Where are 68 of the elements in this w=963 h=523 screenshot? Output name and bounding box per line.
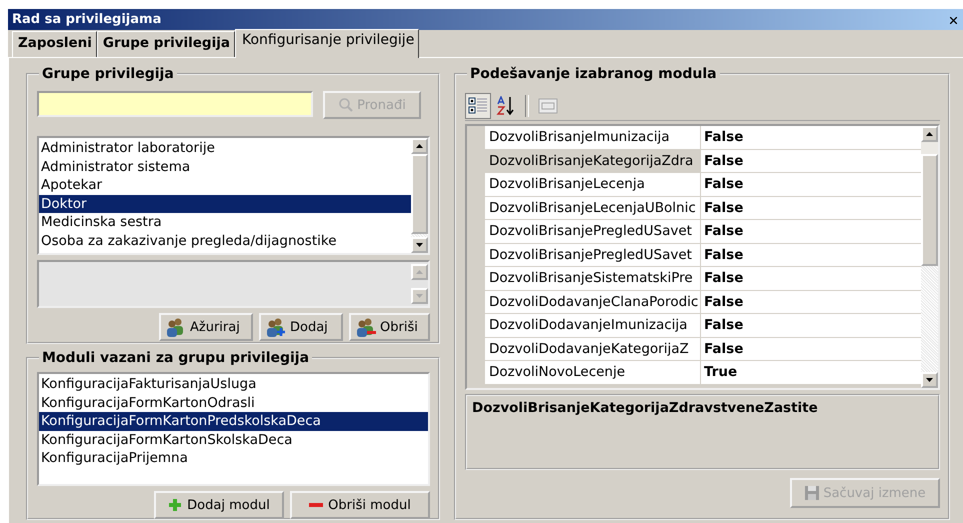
list-item[interactable]: KonfiguracijaFakturisanjaUsluga <box>39 375 428 394</box>
text-area[interactable] <box>37 260 430 308</box>
list-item[interactable]: Administrator sistema <box>39 158 411 176</box>
property-value[interactable]: True <box>701 361 921 384</box>
users-plus-icon <box>265 317 287 337</box>
list-item[interactable]: KonfiguracijaPrijemna <box>39 449 428 468</box>
property-value[interactable]: False <box>701 267 921 290</box>
action-button[interactable]: Obriši modul <box>290 491 430 519</box>
scrollbar[interactable] <box>921 126 938 388</box>
action-button[interactable]: Obriši <box>349 313 430 341</box>
scroll-up-button[interactable] <box>411 138 428 154</box>
plus-icon <box>168 498 182 512</box>
list-item[interactable]: KonfiguracijaFormKartonOdrasli <box>39 394 428 412</box>
property-name[interactable]: DozvoliBrisanjePregledUSavet <box>485 244 701 266</box>
list-item[interactable]: Medicinska sestra <box>39 213 411 232</box>
tab[interactable]: Konfigurisanje privilegije <box>234 29 420 58</box>
up-triangle-icon <box>926 132 933 136</box>
close-icon[interactable] <box>950 17 957 24</box>
group-title: Grupe privilegija <box>41 66 175 82</box>
search-field[interactable] <box>37 91 313 117</box>
scroll-down-button[interactable] <box>921 372 938 388</box>
scroll-down-button[interactable] <box>411 237 428 253</box>
property-value[interactable]: False <box>701 314 921 336</box>
users-minus-icon <box>355 317 377 337</box>
minus-icon <box>309 503 324 507</box>
property-name[interactable]: DozvoliDodavanjeImunizacija <box>485 314 701 336</box>
property-name[interactable]: DozvoliBrisanjeLecenjaUBolnic <box>485 196 701 219</box>
categorized-button[interactable] <box>465 93 491 119</box>
property-value[interactable]: False <box>701 150 921 172</box>
property-name[interactable]: DozvoliNovoLecenje <box>485 361 701 384</box>
list-item[interactable]: KonfiguracijaFormKartonSkolskaDeca <box>39 430 428 449</box>
property-value[interactable]: False <box>701 244 921 266</box>
up-triangle-icon <box>416 270 423 274</box>
action-button[interactable]: Dodaj <box>259 313 343 341</box>
search-icon <box>338 97 354 113</box>
property-name[interactable]: DozvoliBrisanjePregledUSavet <box>485 220 701 242</box>
property-value[interactable]: False <box>701 220 921 242</box>
list-item[interactable]: Osoba za zakazivanje pregleda/dijagnostike <box>39 232 411 250</box>
property-value[interactable]: False <box>701 290 921 313</box>
property-name[interactable]: DozvoliBrisanjeLecenja <box>485 173 701 196</box>
up-triangle-icon <box>416 144 423 148</box>
description-text: DozvoliBrisanjeKategorijaZdravstveneZastite <box>472 400 818 416</box>
action-button[interactable]: Ažuriraj <box>159 313 253 341</box>
scroll-up-button[interactable] <box>921 126 938 142</box>
action-button[interactable]: Dodaj modul <box>154 491 284 519</box>
list-item[interactable]: KonfiguracijaFormKartonPredskolskaDeca <box>39 412 428 430</box>
list-item[interactable]: Doktor <box>39 194 411 213</box>
property-name[interactable]: DozvoliDodavanjeKategorijaZ <box>485 338 701 360</box>
tab[interactable]: Zaposleni <box>12 31 97 57</box>
property-value[interactable]: False <box>701 173 921 196</box>
down-triangle-icon <box>926 378 933 382</box>
scroll-thumb[interactable] <box>411 154 428 234</box>
down-triangle-icon <box>416 294 423 298</box>
scroll-thumb[interactable] <box>921 154 938 266</box>
window-title: Rad sa privilegijama <box>12 12 162 27</box>
down-triangle-icon <box>416 243 423 247</box>
property-name[interactable]: DozvoliBrisanjeSistematskiPre <box>485 267 701 290</box>
group-title: Moduli vazani za grupu privilegija <box>41 350 310 366</box>
property-value[interactable]: False <box>701 196 921 219</box>
property-name[interactable]: DozvoliBrisanjeImunizacija <box>485 126 701 148</box>
list-item[interactable]: Administrator laboratorije <box>39 139 411 158</box>
scrollbar[interactable] <box>411 138 428 253</box>
tab[interactable]: Grupe privilegija <box>96 31 235 57</box>
property-value[interactable]: False <box>701 126 921 148</box>
property-name[interactable]: DozvoliDodavanjeClanaPorodic <box>485 290 701 313</box>
group-title: Podešavanje izabranog modula <box>469 66 718 82</box>
list-item[interactable]: Apotekar <box>39 176 411 194</box>
property-value[interactable]: False <box>701 338 921 360</box>
